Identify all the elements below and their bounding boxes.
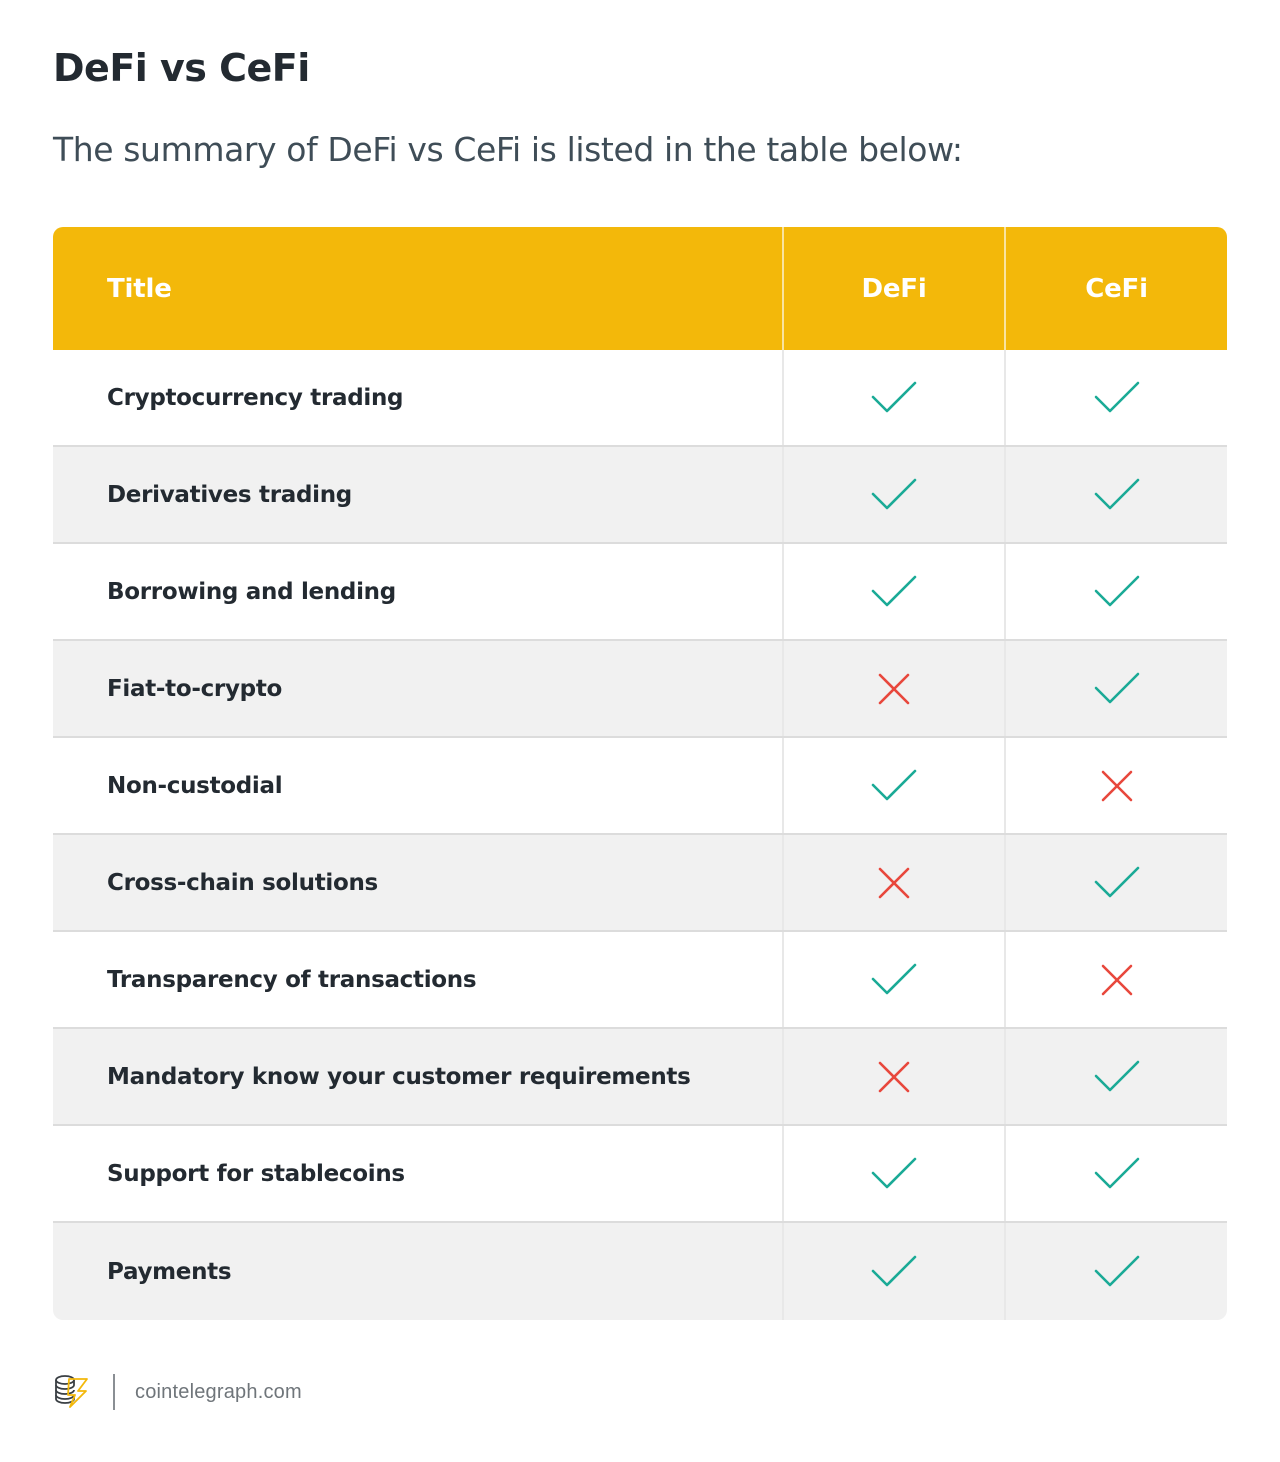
row-title: Borrowing and lending (107, 578, 396, 605)
check-icon (1094, 1157, 1140, 1191)
defi-cell (782, 544, 1004, 639)
cefi-cell (1004, 1126, 1227, 1221)
footer: cointelegraph.com (53, 1372, 302, 1412)
defi-cell (782, 641, 1004, 736)
check-icon (1094, 1255, 1140, 1289)
cross-icon (878, 1061, 910, 1093)
cefi-cell (1004, 932, 1227, 1027)
table-row: Fiat-to-crypto (53, 641, 1227, 738)
row-title: Payments (107, 1258, 232, 1285)
row-title: Support for stablecoins (107, 1160, 405, 1187)
cefi-cell (1004, 1029, 1227, 1124)
check-icon (871, 963, 917, 997)
cefi-cell (1004, 641, 1227, 736)
cefi-cell (1004, 544, 1227, 639)
cefi-cell (1004, 835, 1227, 930)
footer-site-link[interactable]: cointelegraph.com (135, 1381, 302, 1404)
check-icon (871, 1255, 917, 1289)
check-icon (871, 381, 917, 415)
table-row: Derivatives trading (53, 447, 1227, 544)
cefi-cell (1004, 447, 1227, 542)
cross-icon (1101, 964, 1133, 996)
check-icon (1094, 1060, 1140, 1094)
defi-cell (782, 1223, 1004, 1320)
check-icon (1094, 672, 1140, 706)
table-row: Payments (53, 1223, 1227, 1320)
row-title: Non-custodial (107, 772, 283, 799)
table-row: Support for stablecoins (53, 1126, 1227, 1223)
row-title: Cross-chain solutions (107, 869, 378, 896)
check-icon (1094, 478, 1140, 512)
cross-icon (878, 867, 910, 899)
table-row: Mandatory know your customer requirement… (53, 1029, 1227, 1126)
defi-cell (782, 932, 1004, 1027)
cefi-cell (1004, 350, 1227, 445)
header-cefi: CeFi (1004, 227, 1227, 350)
footer-divider (113, 1374, 115, 1410)
comparison-table: Title DeFi CeFi Cryptocurrency trading De… (53, 227, 1227, 1320)
check-icon (871, 575, 917, 609)
row-title: Cryptocurrency trading (107, 384, 404, 411)
table-row: Cryptocurrency trading (53, 350, 1227, 447)
check-icon (1094, 381, 1140, 415)
cointelegraph-logo-icon (53, 1372, 91, 1412)
row-title: Derivatives trading (107, 481, 352, 508)
check-icon (871, 478, 917, 512)
header-title: Title (107, 273, 172, 304)
check-icon (1094, 866, 1140, 900)
defi-cell (782, 738, 1004, 833)
header-defi: DeFi (782, 227, 1004, 350)
row-title: Fiat-to-crypto (107, 675, 283, 702)
table-row: Cross-chain solutions (53, 835, 1227, 932)
table-body: Cryptocurrency trading Derivatives tradin… (53, 350, 1227, 1320)
cross-icon (878, 673, 910, 705)
defi-cell (782, 447, 1004, 542)
defi-cell (782, 350, 1004, 445)
table-row: Borrowing and lending (53, 544, 1227, 641)
cefi-cell (1004, 1223, 1227, 1320)
table-row: Transparency of transactions (53, 932, 1227, 1029)
page-title: DeFi vs CeFi (53, 46, 310, 90)
table-header: Title DeFi CeFi (53, 227, 1227, 350)
defi-cell (782, 1029, 1004, 1124)
row-title: Transparency of transactions (107, 966, 477, 993)
cross-icon (1101, 770, 1133, 802)
check-icon (1094, 575, 1140, 609)
table-row: Non-custodial (53, 738, 1227, 835)
check-icon (871, 769, 917, 803)
check-icon (871, 1157, 917, 1191)
cefi-cell (1004, 738, 1227, 833)
defi-cell (782, 1126, 1004, 1221)
defi-cell (782, 835, 1004, 930)
page-subtitle: The summary of DeFi vs CeFi is listed in… (53, 130, 963, 169)
row-title: Mandatory know your customer requirement… (107, 1063, 691, 1090)
